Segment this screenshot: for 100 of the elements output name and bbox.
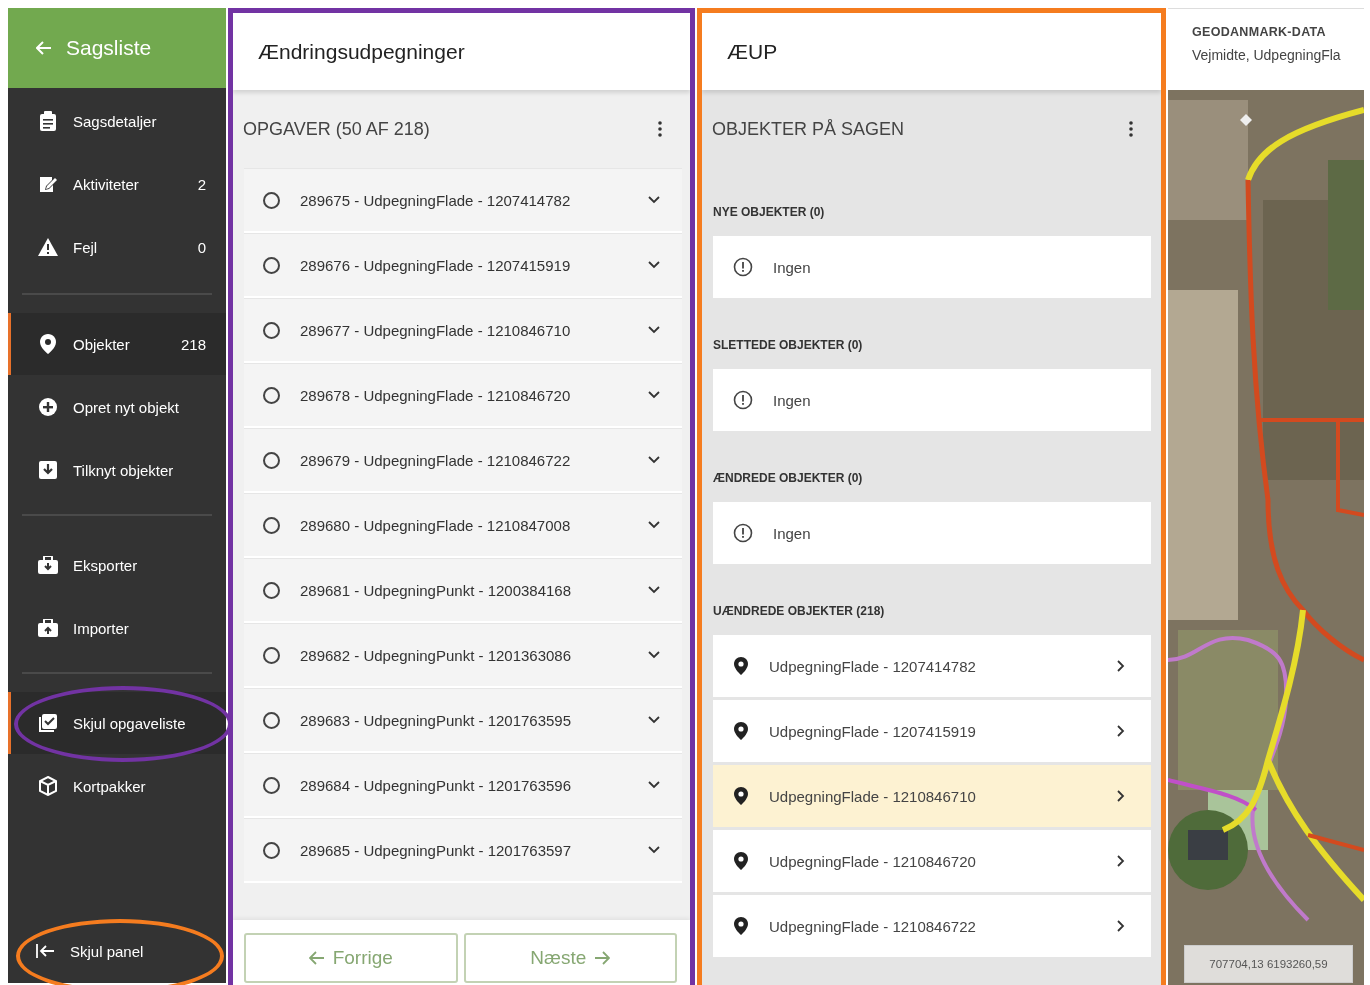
chevron-down-icon[interactable] bbox=[648, 651, 660, 659]
radio-button[interactable] bbox=[263, 711, 280, 729]
plus-circle-icon bbox=[37, 397, 59, 417]
sidebar-item-label: Tilknyt objekter bbox=[73, 461, 175, 479]
task-row[interactable]: 289685 - UdpegningPunkt - 1201763597 bbox=[244, 818, 682, 883]
sidebar-item-label: Sagsdetaljer bbox=[73, 112, 158, 130]
sidebar-item[interactable]: Skjul opgaveliste bbox=[8, 692, 226, 754]
hide-panel-button[interactable]: Skjul panel bbox=[8, 923, 226, 979]
layer-subtitle: Vejmidte, UdpegningFla bbox=[1192, 47, 1342, 63]
task-row[interactable]: 289684 - UdpegningPunkt - 1201763596 bbox=[244, 753, 682, 818]
object-label: UdpegningFlade - 1210846722 bbox=[769, 917, 977, 935]
info-circle-icon bbox=[733, 523, 753, 543]
task-label: 289678 - UdpegningFlade - 1210846720 bbox=[300, 386, 572, 404]
sidebar-item[interactable]: Opret nyt objekt bbox=[8, 376, 226, 438]
radio-button[interactable] bbox=[263, 581, 280, 599]
sidebar-item[interactable]: Kortpakker bbox=[8, 755, 226, 817]
empty-label: Ingen bbox=[773, 524, 812, 542]
arrow-right-icon bbox=[594, 951, 611, 965]
arrow-left-icon bbox=[308, 951, 325, 965]
radio-button[interactable] bbox=[263, 516, 280, 534]
task-label: 289682 - UdpegningPunkt - 1201363086 bbox=[300, 646, 573, 664]
chevron-down-icon[interactable] bbox=[648, 456, 660, 464]
info-circle-icon bbox=[733, 390, 753, 410]
item-count: 0 bbox=[197, 238, 206, 256]
map-pin-icon bbox=[733, 656, 749, 676]
chevron-down-icon[interactable] bbox=[648, 261, 660, 269]
clipboard-icon bbox=[37, 111, 59, 131]
chevron-right-icon bbox=[1117, 855, 1125, 867]
radio-button[interactable] bbox=[263, 256, 280, 274]
chevron-down-icon[interactable] bbox=[648, 846, 660, 854]
sidebar-item[interactable]: Objekter 218 bbox=[8, 313, 226, 375]
sidebar-item[interactable]: Sagsdetaljer bbox=[8, 90, 226, 152]
chevron-down-icon[interactable] bbox=[648, 196, 660, 204]
panel-title: ÆUP bbox=[702, 13, 1161, 90]
item-count: 218 bbox=[180, 335, 206, 353]
chevron-down-icon[interactable] bbox=[648, 781, 660, 789]
map-pin-icon bbox=[37, 333, 59, 355]
section-heading: NYE OBJEKTER (0) bbox=[713, 204, 826, 221]
map-pin-icon bbox=[733, 851, 749, 871]
object-row[interactable]: UdpegningFlade - 1210846722 bbox=[713, 895, 1151, 957]
warning-icon bbox=[37, 237, 59, 257]
task-label: 289685 - UdpegningPunkt - 1201763597 bbox=[300, 841, 573, 859]
task-row[interactable]: 289680 - UdpegningFlade - 1210847008 bbox=[244, 493, 682, 558]
sidebar-item[interactable]: Importer bbox=[8, 597, 226, 659]
task-label: 289681 - UdpegningPunkt - 1200384168 bbox=[300, 581, 573, 599]
sidebar-item[interactable]: Tilknyt objekter bbox=[8, 439, 226, 501]
empty-label: Ingen bbox=[773, 258, 812, 276]
map-pin-icon bbox=[733, 721, 749, 741]
chevron-down-icon[interactable] bbox=[648, 391, 660, 399]
radio-button[interactable] bbox=[263, 776, 280, 794]
object-label: UdpegningFlade - 1207414782 bbox=[769, 657, 977, 675]
clipboard-check-icon bbox=[37, 713, 59, 733]
object-row[interactable]: UdpegningFlade - 1207415919 bbox=[713, 700, 1151, 762]
list-title: OPGAVER (50 AF 218) bbox=[243, 118, 430, 140]
sidebar-item-label: Objekter bbox=[73, 335, 131, 353]
sidebar-item-label: Importer bbox=[73, 619, 130, 637]
chevron-down-icon[interactable] bbox=[648, 716, 660, 724]
task-row[interactable]: 289678 - UdpegningFlade - 1210846720 bbox=[244, 363, 682, 428]
task-row[interactable]: 289682 - UdpegningPunkt - 1201363086 bbox=[244, 623, 682, 688]
sidebar-item[interactable]: Eksporter bbox=[8, 534, 226, 596]
sidebar-item[interactable]: Aktiviteter 2 bbox=[8, 153, 226, 215]
task-label: 289680 - UdpegningFlade - 1210847008 bbox=[300, 516, 572, 534]
map-pin-icon bbox=[733, 786, 749, 806]
empty-label: Ingen bbox=[773, 391, 812, 409]
chevron-right-icon bbox=[1117, 725, 1125, 737]
radio-button[interactable] bbox=[263, 321, 280, 339]
radio-button[interactable] bbox=[263, 191, 280, 209]
sidebar-item-label: Opret nyt objekt bbox=[73, 398, 180, 416]
briefcase-download-icon bbox=[37, 556, 59, 574]
task-label: 289677 - UdpegningFlade - 1210846710 bbox=[300, 321, 572, 339]
task-row[interactable]: 289675 - UdpegningFlade - 1207414782 bbox=[244, 168, 682, 233]
satellite-map-drawing[interactable] bbox=[1168, 90, 1364, 985]
task-label: 289684 - UdpegningPunkt - 1201763596 bbox=[300, 776, 573, 794]
hide-panel-label: Skjul panel bbox=[70, 942, 145, 960]
task-label: 289683 - UdpegningPunkt - 1201763595 bbox=[300, 711, 573, 729]
map-pin-icon bbox=[733, 916, 749, 936]
sidebar-item[interactable]: Fejl 0 bbox=[8, 216, 226, 278]
task-row[interactable]: 289681 - UdpegningPunkt - 1200384168 bbox=[244, 558, 682, 623]
section-heading: UÆNDREDE OBJEKTER (218) bbox=[713, 603, 886, 620]
task-row[interactable]: 289676 - UdpegningFlade - 1207415919 bbox=[244, 233, 682, 298]
radio-button[interactable] bbox=[263, 386, 280, 404]
task-row[interactable]: 289683 - UdpegningPunkt - 1201763595 bbox=[244, 688, 682, 753]
object-row[interactable]: UdpegningFlade - 1207414782 bbox=[713, 635, 1151, 697]
list-title: OBJEKTER PÅ SAGEN bbox=[712, 118, 905, 140]
radio-button[interactable] bbox=[263, 451, 280, 469]
sidebar-item-label: Fejl bbox=[73, 238, 99, 256]
chevron-down-icon[interactable] bbox=[648, 586, 660, 594]
radio-button[interactable] bbox=[263, 646, 280, 664]
sidebar-item-label: Aktiviteter bbox=[73, 175, 140, 193]
object-row[interactable]: UdpegningFlade - 1210846710 bbox=[713, 765, 1151, 827]
task-label: 289676 - UdpegningFlade - 1207415919 bbox=[300, 256, 572, 274]
chevron-right-icon bbox=[1117, 920, 1125, 932]
task-row[interactable]: 289677 - UdpegningFlade - 1210846710 bbox=[244, 298, 682, 363]
cube-icon bbox=[37, 776, 59, 796]
object-row[interactable]: UdpegningFlade - 1210846720 bbox=[713, 830, 1151, 892]
radio-button[interactable] bbox=[263, 841, 280, 859]
chevron-down-icon[interactable] bbox=[648, 326, 660, 334]
task-row[interactable]: 289679 - UdpegningFlade - 1210846722 bbox=[244, 428, 682, 493]
panel-title: Ændringsudpegninger bbox=[233, 13, 690, 90]
chevron-down-icon[interactable] bbox=[648, 521, 660, 529]
